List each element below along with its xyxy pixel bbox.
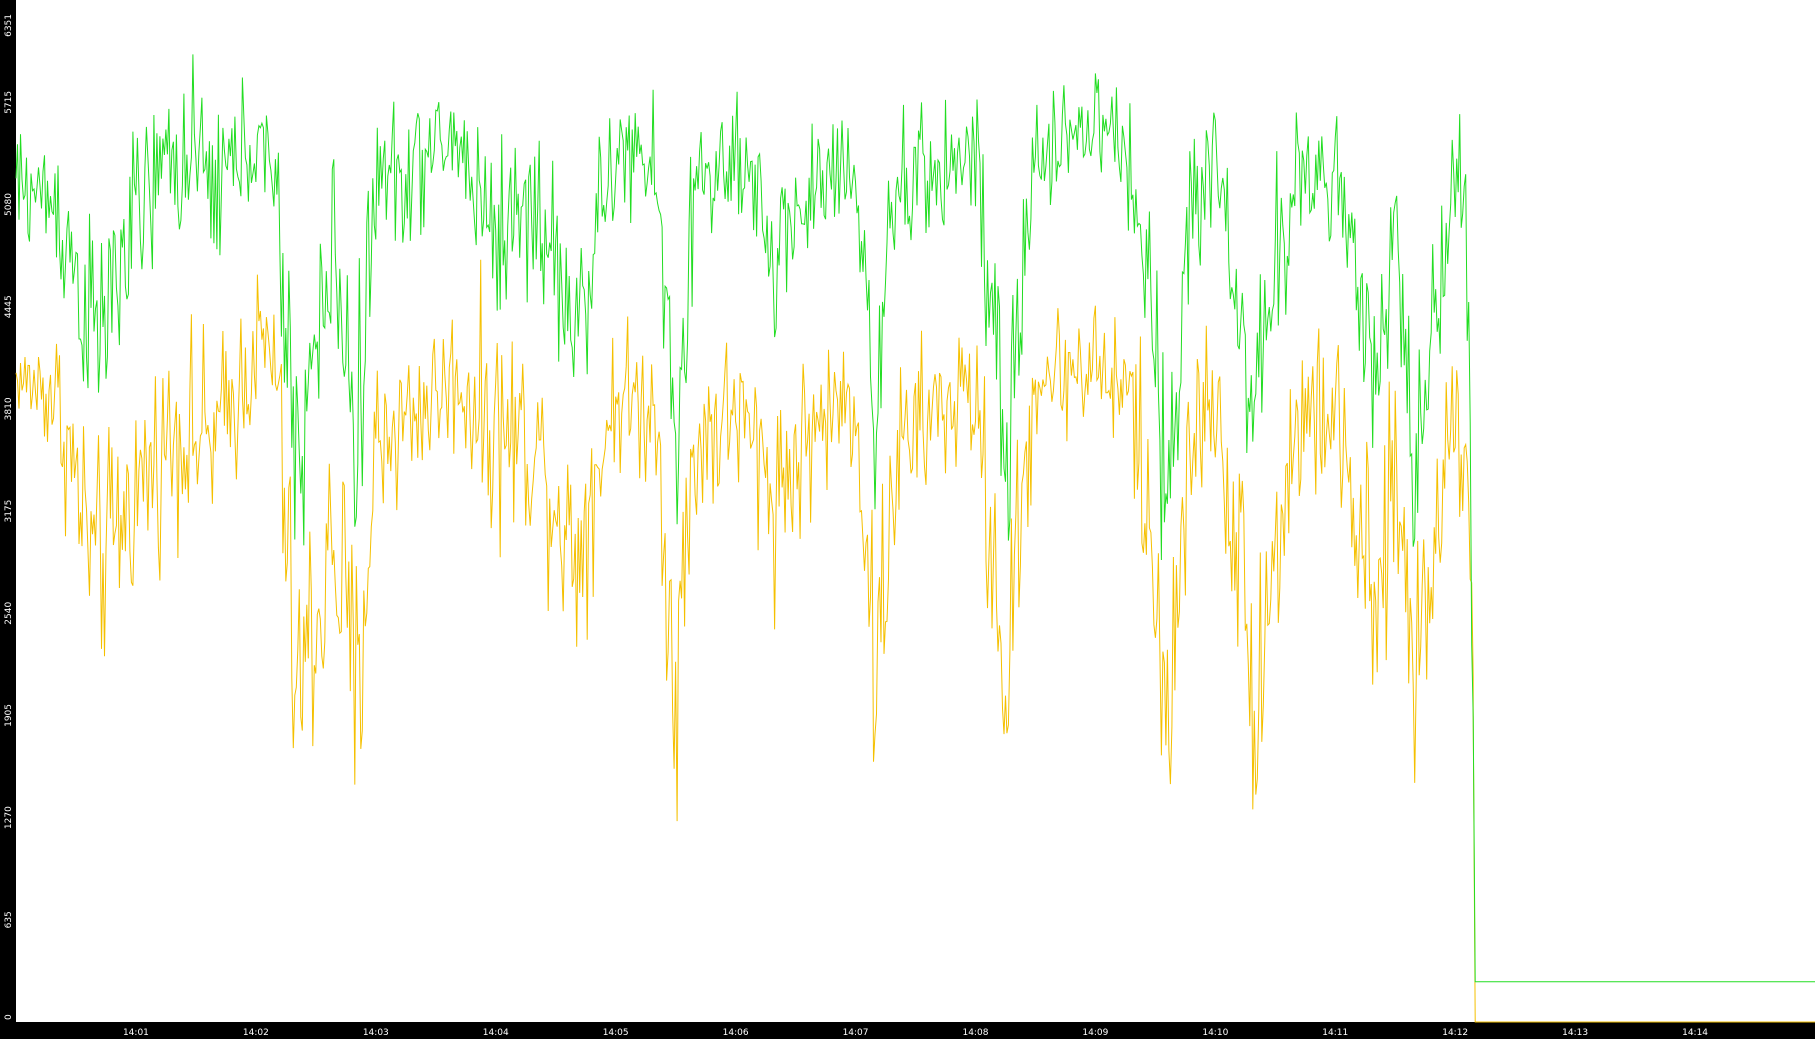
y-tick-label: 3810	[4, 397, 14, 420]
y-tick-label: 1905	[4, 704, 14, 727]
y-tick-label: 5080	[4, 193, 14, 216]
x-tick-label: 14:10	[1202, 1028, 1228, 1038]
x-tick-label: 14:03	[363, 1028, 389, 1038]
x-tick-label: 14:08	[962, 1028, 988, 1038]
timeseries-chart: 0 635 1270 1905 2540 3175 3810 4445 5080 5715 6351…	[0, 0, 1815, 1039]
y-tick-label: 1270	[4, 806, 14, 829]
x-tick-label: 14:12	[1442, 1028, 1468, 1038]
y-tick-label: 635	[4, 911, 14, 928]
y-tick-label: 6351	[4, 14, 14, 37]
y-tick-label: 0	[4, 1014, 14, 1020]
x-tick-label: 14:04	[483, 1028, 509, 1038]
chart-svg: 0 635 1270 1905 2540 3175 3810 4445 5080 5715 6351…	[0, 0, 1815, 1039]
x-tick-label: 14:02	[243, 1028, 269, 1038]
chart-background	[0, 0, 1815, 1039]
x-tick-label: 14:06	[723, 1028, 749, 1038]
x-tick-label: 14:14	[1682, 1028, 1708, 1038]
x-tick-label: 14:09	[1082, 1028, 1108, 1038]
y-tick-label: 4445	[4, 295, 14, 318]
x-axis-band	[0, 1022, 1815, 1039]
x-tick-label: 14:07	[843, 1028, 869, 1038]
y-tick-label: 3175	[4, 500, 14, 523]
x-tick-label: 14:05	[603, 1028, 629, 1038]
x-tick-label: 14:13	[1562, 1028, 1588, 1038]
x-tick-label: 14:11	[1322, 1028, 1348, 1038]
y-tick-label: 5715	[4, 91, 14, 114]
y-tick-label: 2540	[4, 602, 14, 625]
x-tick-label: 14:01	[123, 1028, 149, 1038]
